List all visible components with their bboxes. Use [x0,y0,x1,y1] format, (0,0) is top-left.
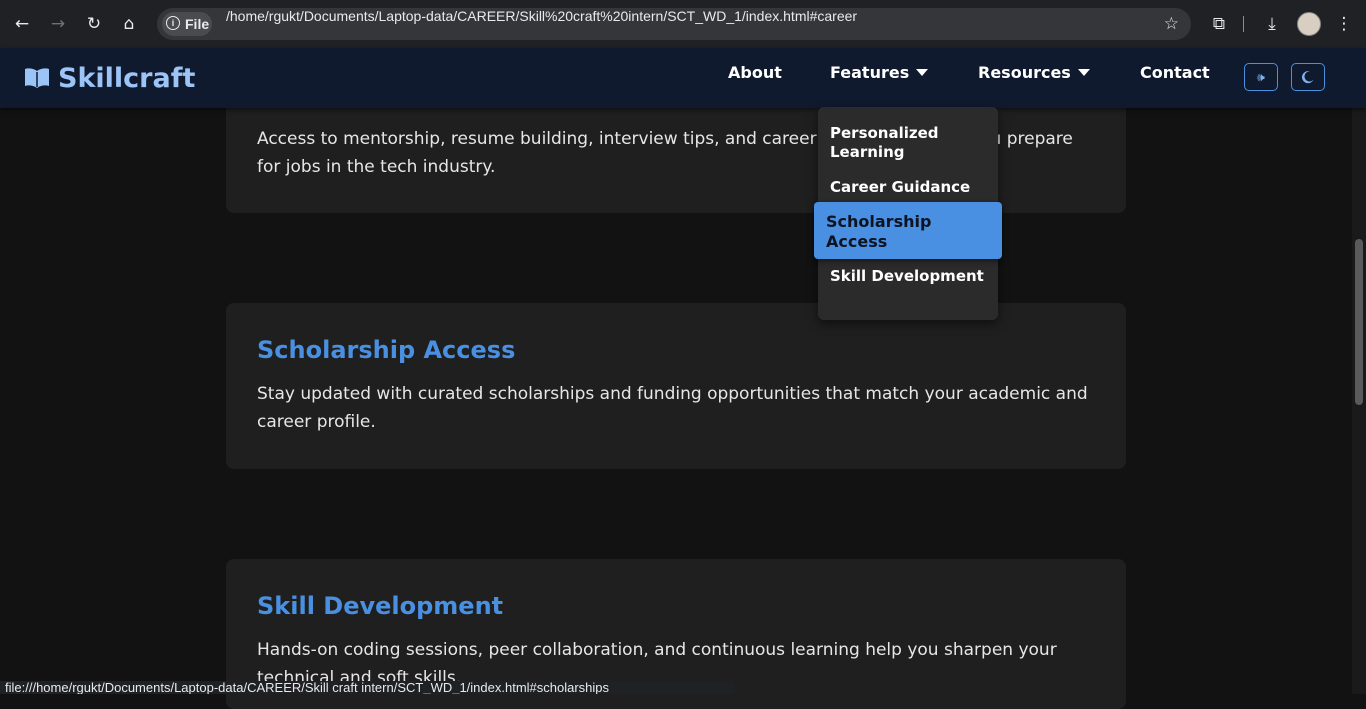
sound-toggle-button[interactable]: 🕪 [1244,63,1278,91]
moon-icon [1301,71,1314,84]
forward-arrow-icon[interactable]: → [46,12,70,36]
book-icon [25,68,49,88]
address-bar[interactable]: i File /home/rgukt/Documents/Laptop-data… [157,8,1191,40]
dropdown-item-scholarship-access[interactable]: Scholarship Access [814,202,1002,259]
bookmark-star-icon[interactable]: ☆ [1164,12,1179,36]
nav-resources-label: Resources [978,63,1071,82]
browser-toolbar: ← → ↻ ⌂ i File /home/rgukt/Documents/Lap… [0,0,1366,49]
caret-down-icon [916,69,929,76]
extensions-icon[interactable]: ⧉ [1207,12,1231,36]
card-title: Skill Development [257,592,504,620]
site-info-label: File [185,16,210,32]
download-icon[interactable]: ⤓ [1260,12,1284,36]
nav-resources[interactable]: Resources [978,63,1090,83]
page-scrollbar[interactable] [1352,108,1366,694]
profile-avatar[interactable] [1297,12,1321,36]
speaker-icon: 🕪 [1257,70,1265,84]
toolbar-divider [1243,16,1244,32]
site-info-chip[interactable]: i File [162,12,212,36]
dropdown-item-skill-development[interactable]: Skill Development [830,267,990,286]
back-arrow-icon[interactable]: ← [10,12,34,36]
site-logo[interactable]: Skillcraft [24,60,195,96]
url-text[interactable]: /home/rgukt/Documents/Laptop-data/CAREER… [226,8,857,24]
info-icon: i [166,16,180,30]
nav-features-label: Features [830,63,910,82]
dropdown-item-personalized-learning[interactable]: Personalized Learning [830,124,990,162]
menu-kebab-icon[interactable]: ⋮ [1332,12,1356,36]
nav-features[interactable]: Features [830,63,929,83]
nav-contact[interactable]: Contact [1140,63,1210,83]
reload-icon[interactable]: ↻ [82,12,106,36]
home-icon[interactable]: ⌂ [117,12,141,36]
link-status-bar: file:///home/rgukt/Documents/Laptop-data… [0,681,735,694]
caret-down-icon [1077,69,1090,76]
nav-about[interactable]: About [728,63,782,83]
feature-card-scholarship: Scholarship Access Stay updated with cur… [226,303,1126,469]
scrollbar-thumb[interactable] [1355,239,1363,405]
card-title: Scholarship Access [257,336,516,364]
site-header: Skillcraft About Features Resources Cont… [0,48,1366,108]
site-logo-text: Skillcraft [58,62,196,94]
theme-toggle-button[interactable] [1291,63,1325,91]
dropdown-item-career-guidance[interactable]: Career Guidance [830,178,990,197]
dropdown-item-label: Scholarship Access [826,212,932,251]
card-text: Stay updated with curated scholarships a… [257,384,1088,432]
